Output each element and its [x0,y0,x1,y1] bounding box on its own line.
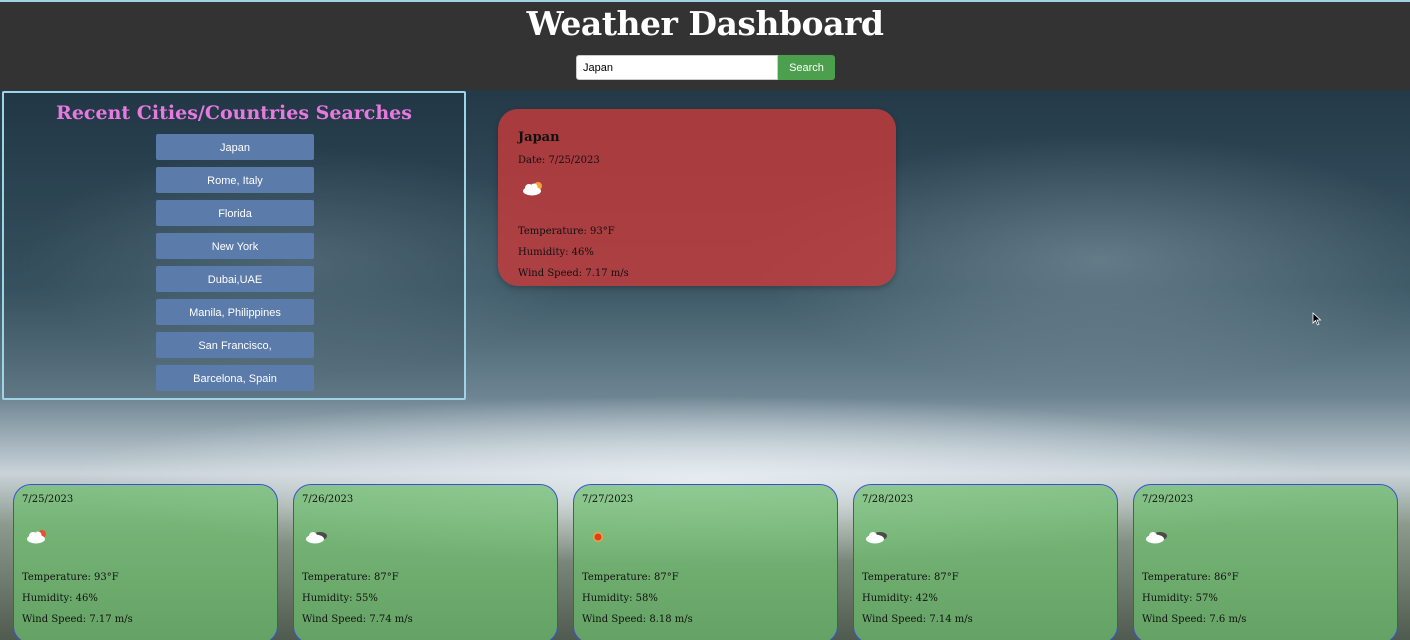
recent-item-new-york[interactable]: New York [156,233,314,259]
forecast-wind-speed: Wind Speed: 7.74 m/s [302,614,413,625]
forecast-date: 7/26/2023 [302,494,354,505]
current-city: Japan [518,130,560,145]
search-input[interactable] [576,55,778,80]
sun-icon [593,532,603,542]
forecast-date: 7/25/2023 [22,494,74,505]
forecast-temperature: Temperature: 86°F [1142,572,1239,583]
forecast-wind-speed: Wind Speed: 7.17 m/s [22,614,133,625]
cloud-dark-icon [306,532,327,544]
forecast-card: 7/28/2023 Temperature: 87°F Humidity: 42… [853,484,1118,640]
mouse-cursor-icon [1312,312,1322,326]
forecast-card: 7/26/2023 Temperature: 87°F Humidity: 55… [293,484,558,640]
forecast-humidity: Humidity: 42% [862,593,938,604]
recent-item-manila[interactable]: Manila, Philippines [156,299,314,325]
current-wind-speed: Wind Speed: 7.17 m/s [518,268,629,279]
forecast-card: 7/29/2023 Temperature: 86°F Humidity: 57… [1133,484,1398,640]
search-button[interactable]: Search [778,55,835,80]
forecast-date: 7/28/2023 [862,494,914,505]
forecast-temperature: Temperature: 93°F [22,572,119,583]
current-temperature: Temperature: 93°F [518,226,615,237]
forecast-wind-speed: Wind Speed: 8.18 m/s [582,614,693,625]
forecast-temperature: Temperature: 87°F [302,572,399,583]
forecast-card: 7/27/2023 Temperature: 87°F Humidity: 58… [573,484,838,640]
recent-searches-title: Recent Cities/Countries Searches [56,102,412,124]
recent-item-san-francisco[interactable]: San Francisco, [156,332,314,358]
forecast-temperature: Temperature: 87°F [862,572,959,583]
forecast-card: 7/25/2023 Temperature: 93°F Humidity: 46… [13,484,278,640]
recent-item-japan[interactable]: Japan [156,134,314,160]
current-weather-card: Japan Date: 7/25/2023 Temperature: 93°F … [498,109,896,286]
forecast-humidity: Humidity: 58% [582,593,658,604]
recent-item-barcelona[interactable]: Barcelona, Spain [156,365,314,391]
forecast-humidity: Humidity: 57% [1142,593,1218,604]
cloud-sun-icon [523,182,542,196]
current-date: Date: 7/25/2023 [518,155,600,166]
forecast-date: 7/29/2023 [1142,494,1194,505]
recent-item-florida[interactable]: Florida [156,200,314,226]
forecast-temperature: Temperature: 87°F [582,572,679,583]
forecast-humidity: Humidity: 46% [22,593,98,604]
current-humidity: Humidity: 46% [518,247,594,258]
header-bar: Weather Dashboard Search [0,0,1410,90]
recent-searches-list: Japan Rome, Italy Florida New York Dubai… [156,134,314,398]
forecast-humidity: Humidity: 55% [302,593,378,604]
recent-searches-panel: Recent Cities/Countries Searches Japan R… [2,91,466,400]
recent-item-rome[interactable]: Rome, Italy [156,167,314,193]
forecast-wind-speed: Wind Speed: 7.6 m/s [1142,614,1247,625]
recent-item-dubai[interactable]: Dubai,UAE [156,266,314,292]
page-title: Weather Dashboard [526,4,884,43]
cloud-sun-icon [27,530,46,544]
forecast-wind-speed: Wind Speed: 7.14 m/s [862,614,973,625]
cloud-dark-icon [1146,532,1167,544]
cloud-dark-icon [866,532,887,544]
forecast-date: 7/27/2023 [582,494,634,505]
